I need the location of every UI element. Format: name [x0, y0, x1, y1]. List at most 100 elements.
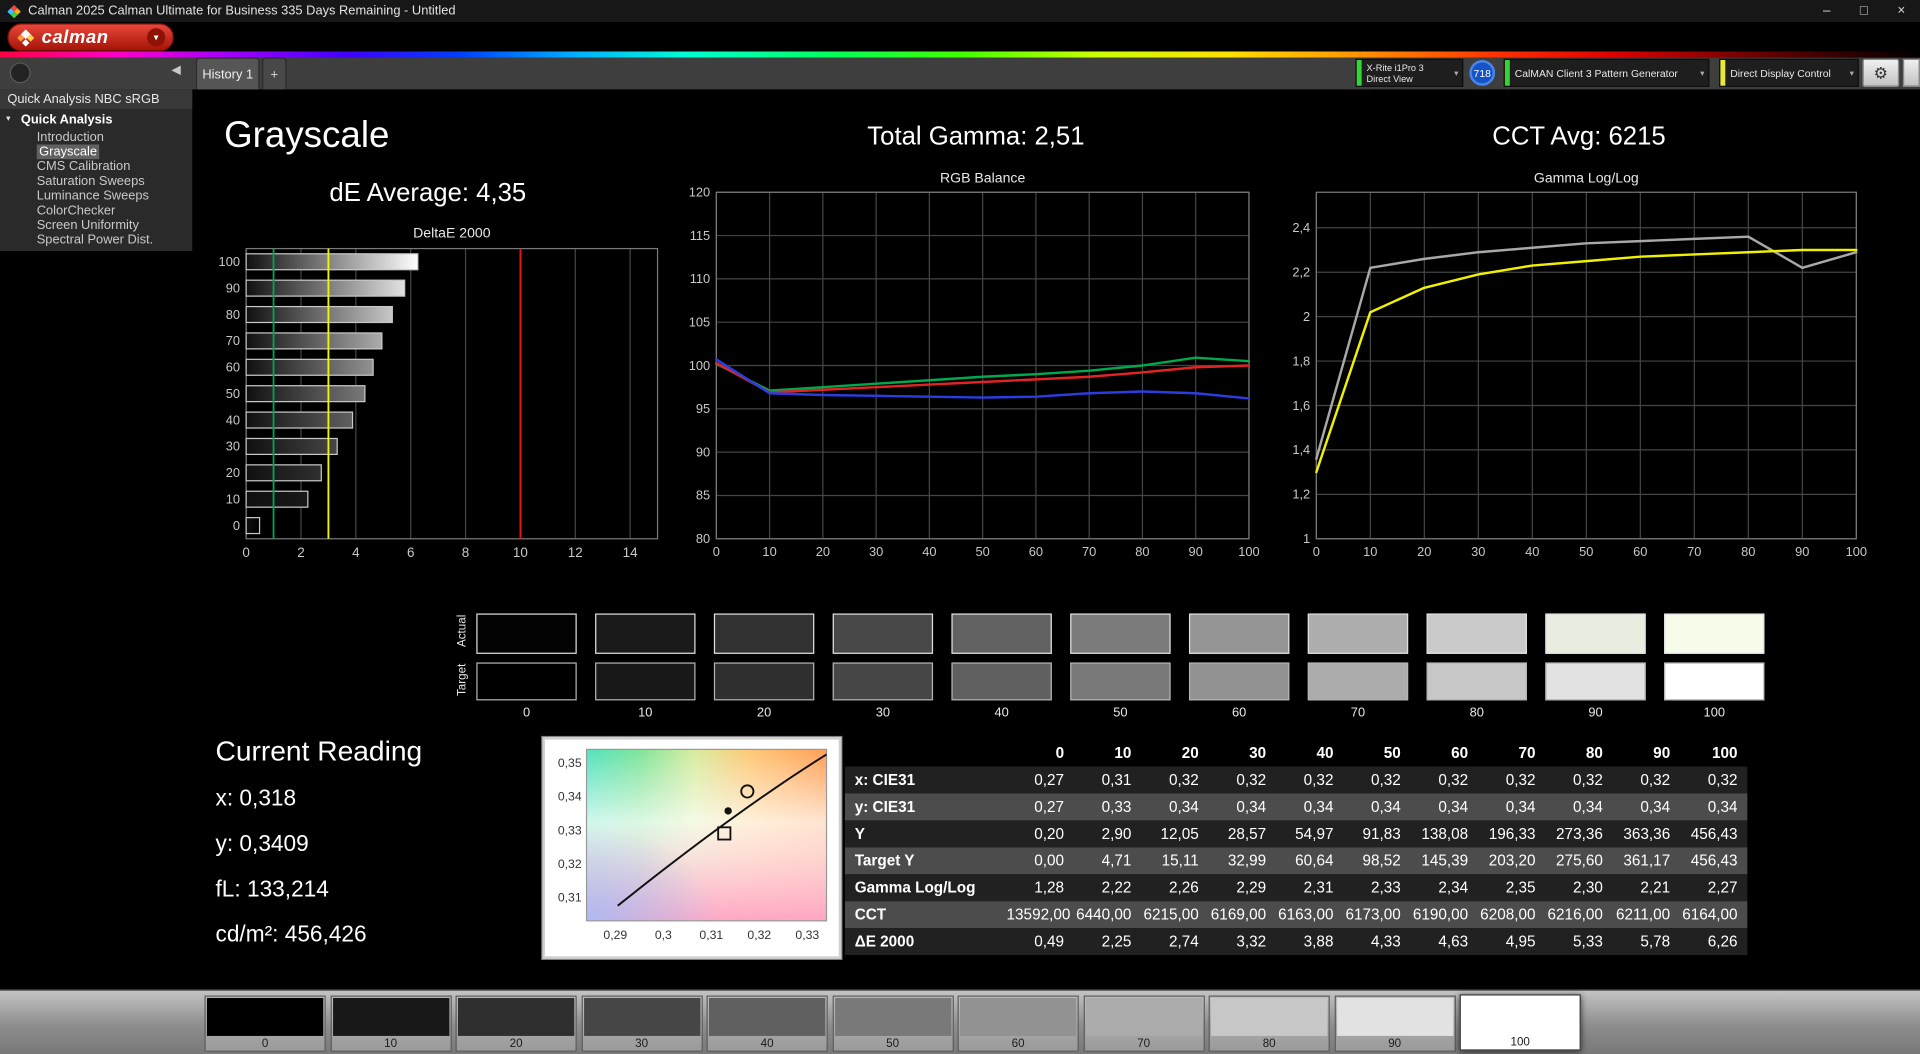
- actual-swatch-30: [833, 613, 933, 653]
- pattern-swatch: [960, 998, 1076, 1036]
- table-corner: [845, 740, 1007, 767]
- svg-text:2,2: 2,2: [1292, 264, 1310, 279]
- display-control-selector[interactable]: Direct Display Control ▾: [1719, 59, 1859, 87]
- gear-icon: ⚙: [1874, 63, 1888, 83]
- target-swatch-90: [1545, 662, 1645, 700]
- table-value-cell: 0,32: [1343, 767, 1410, 794]
- pattern-swatch: [1337, 998, 1453, 1036]
- table-value-cell: 5,33: [1545, 928, 1612, 955]
- table-row: y: CIE310,270,330,340,340,340,340,340,34…: [845, 793, 1747, 820]
- svg-text:Gamma Log/Log: Gamma Log/Log: [1534, 169, 1639, 185]
- table-value-cell: 0,20: [1007, 820, 1074, 847]
- sidebar-item-list: IntroductionGrayscaleCMS CalibrationSatu…: [0, 130, 192, 248]
- table-value-cell: 0,34: [1343, 793, 1410, 820]
- svg-text:100: 100: [219, 254, 240, 269]
- sidebar-collapse-button[interactable]: ◀: [171, 64, 180, 77]
- table-value-cell: 0,32: [1411, 767, 1478, 794]
- table-value-cell: 275,60: [1545, 847, 1612, 874]
- svg-text:60: 60: [1029, 544, 1043, 559]
- meter-name: X-Rite i1Pro 3: [1367, 62, 1424, 73]
- svg-text:85: 85: [696, 488, 710, 503]
- table-value-cell: 2,21: [1613, 874, 1680, 901]
- pattern-button-10[interactable]: 10: [330, 996, 451, 1052]
- pattern-swatch: [332, 998, 448, 1036]
- table-value-cell: 0,32: [1209, 767, 1276, 794]
- table-column-header: 10: [1074, 740, 1141, 767]
- strip-column-label: 10: [595, 705, 695, 720]
- close-button[interactable]: ×: [1897, 0, 1905, 22]
- svg-text:50: 50: [226, 386, 240, 401]
- pattern-button-50[interactable]: 50: [832, 996, 953, 1052]
- svg-text:0,35: 0,35: [558, 756, 582, 770]
- pattern-button-0[interactable]: 0: [204, 996, 325, 1052]
- table-value-cell: 6169,00: [1209, 901, 1276, 928]
- actual-swatch-20: [714, 613, 814, 653]
- table-value-cell: 2,30: [1545, 874, 1612, 901]
- settings-gear-button[interactable]: ⚙: [1862, 59, 1899, 87]
- strip-column-label: 60: [1189, 705, 1289, 720]
- table-column-header: 0: [1007, 740, 1074, 767]
- sidebar-item-saturation-sweeps[interactable]: Saturation Sweeps: [0, 174, 192, 189]
- svg-text:70: 70: [226, 333, 240, 348]
- strip-column-label: 0: [476, 705, 576, 720]
- svg-text:0: 0: [713, 544, 720, 559]
- pattern-swatch: [709, 998, 825, 1036]
- sidebar-item-label: Grayscale: [37, 144, 100, 159]
- sidebar-item-luminance-sweeps[interactable]: Luminance Sweeps: [0, 189, 192, 204]
- table-column-header: 80: [1545, 740, 1612, 767]
- table-value-cell: 273,36: [1545, 820, 1612, 847]
- table-value-cell: 456,43: [1680, 847, 1747, 874]
- svg-text:90: 90: [1189, 544, 1203, 559]
- strip-column-label: 80: [1427, 705, 1527, 720]
- app-logo-icon: [7, 4, 20, 17]
- svg-text:40: 40: [922, 544, 936, 559]
- maximize-button[interactable]: □: [1860, 0, 1868, 22]
- svg-text:2: 2: [297, 545, 304, 560]
- sidebar-item-colorchecker[interactable]: ColorChecker: [0, 203, 192, 218]
- target-swatch-40: [951, 662, 1051, 700]
- cie-chromaticity-chart: 0,290,30,310,320,330,350,340,330,320,31: [545, 740, 839, 957]
- sidebar-item-cms-calibration[interactable]: CMS Calibration: [0, 159, 192, 174]
- table-row-label: y: CIE31: [845, 793, 1007, 820]
- pattern-button-80[interactable]: 80: [1209, 996, 1330, 1052]
- toolbar-overflow-button[interactable]: [1903, 59, 1920, 87]
- sidebar-item-screen-uniformity[interactable]: Screen Uniformity: [0, 218, 192, 233]
- svg-text:2: 2: [1303, 309, 1310, 324]
- pattern-button-100[interactable]: 100: [1460, 994, 1581, 1050]
- pattern-label: 50: [833, 1037, 952, 1052]
- meter-selector[interactable]: X-Rite i1Pro 3 Direct View ▾: [1356, 59, 1464, 87]
- table-value-cell: 2,22: [1074, 874, 1141, 901]
- pattern-button-20[interactable]: 20: [456, 996, 577, 1052]
- svg-text:6: 6: [407, 545, 414, 560]
- calman-menu-button[interactable]: calman ▾: [7, 23, 174, 51]
- target-swatch-50: [1070, 662, 1170, 700]
- add-tab-button[interactable]: +: [262, 58, 286, 90]
- minimize-button[interactable]: –: [1823, 0, 1831, 22]
- table-value-cell: 0,34: [1478, 793, 1545, 820]
- pattern-label: 30: [582, 1037, 701, 1052]
- pattern-button-70[interactable]: 70: [1083, 996, 1204, 1052]
- table-value-cell: 0,34: [1545, 793, 1612, 820]
- table-value-cell: 12,05: [1141, 820, 1208, 847]
- actual-swatch-0: [476, 613, 576, 653]
- svg-text:0,31: 0,31: [699, 928, 723, 942]
- svg-text:90: 90: [696, 444, 710, 459]
- svg-text:80: 80: [696, 531, 710, 546]
- svg-text:0: 0: [233, 518, 240, 533]
- sidebar-item-introduction[interactable]: Introduction: [0, 130, 192, 145]
- sidebar-item-grayscale[interactable]: Grayscale: [0, 144, 192, 159]
- strip-column-label: 50: [1070, 705, 1170, 720]
- tree-root-quick-analysis[interactable]: ▾ Quick Analysis: [0, 109, 192, 130]
- strip-column-label: 100: [1664, 705, 1764, 720]
- pattern-button-30[interactable]: 30: [581, 996, 702, 1052]
- sidebar-item-spectral-power-dist[interactable]: Spectral Power Dist.: [0, 233, 192, 248]
- nav-circle-button[interactable]: [10, 62, 31, 83]
- deltae-2000-chart: 024681012141009080706050403020100DeltaE …: [193, 224, 677, 573]
- pattern-button-90[interactable]: 90: [1334, 996, 1455, 1052]
- actual-swatch-50: [1070, 613, 1170, 653]
- pattern-button-40[interactable]: 40: [707, 996, 828, 1052]
- pattern-generator-selector[interactable]: CalMAN Client 3 Pattern Generator ▾: [1504, 59, 1710, 87]
- tab-history-1[interactable]: History 1: [196, 58, 260, 90]
- pattern-button-60[interactable]: 60: [958, 996, 1079, 1052]
- calman-logo-icon: [16, 28, 36, 48]
